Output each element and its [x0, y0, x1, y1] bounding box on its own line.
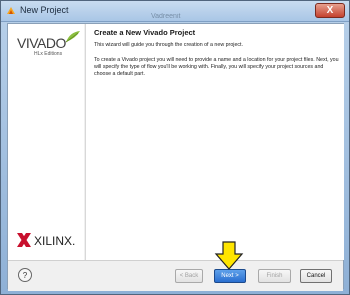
- finish-button[interactable]: Finish: [258, 269, 291, 283]
- window-title: New Project: [20, 5, 69, 15]
- title-bar[interactable]: New Project Vadreenit X: [1, 1, 349, 22]
- close-button[interactable]: X: [315, 3, 345, 18]
- down-arrow-annotation-icon: [214, 241, 244, 270]
- cancel-button[interactable]: Cancel: [300, 269, 332, 283]
- page-heading: Create a New Vivado Project: [94, 28, 196, 37]
- new-project-window: New Project Vadreenit X VIVADO HLx Editi…: [0, 0, 350, 295]
- wizard-side-panel: VIVADO HLx Editions XILINX.: [8, 24, 84, 260]
- next-button[interactable]: Next >: [214, 269, 246, 283]
- wizard-content: Create a New Vivado Project This wizard …: [85, 24, 344, 260]
- vivado-leaf-icon: [65, 31, 80, 43]
- details-text: To create a Vivado project you will need…: [94, 57, 339, 77]
- xilinx-mark-icon: [17, 233, 31, 247]
- xilinx-logo: XILINX.: [16, 232, 75, 253]
- back-button[interactable]: < Back: [175, 269, 203, 283]
- xilinx-wordmark: XILINX.: [34, 234, 76, 248]
- vivado-wordmark: VIVADO: [17, 35, 66, 51]
- app-icon: [7, 7, 15, 14]
- edition-label: HLx Editions: [34, 51, 63, 57]
- wizard-body: VIVADO HLx Editions XILINX. Create a New…: [7, 23, 344, 291]
- wizard-footer: ? < Back Next > Finish Cancel: [8, 260, 343, 291]
- background-tabs: Vadreenit: [131, 5, 301, 20]
- background-tab: Vadreenit: [151, 13, 181, 20]
- help-button[interactable]: ?: [18, 268, 32, 282]
- vivado-logo: VIVADO HLx Editions: [17, 31, 80, 57]
- intro-text: This wizard will guide you through the c…: [94, 42, 243, 48]
